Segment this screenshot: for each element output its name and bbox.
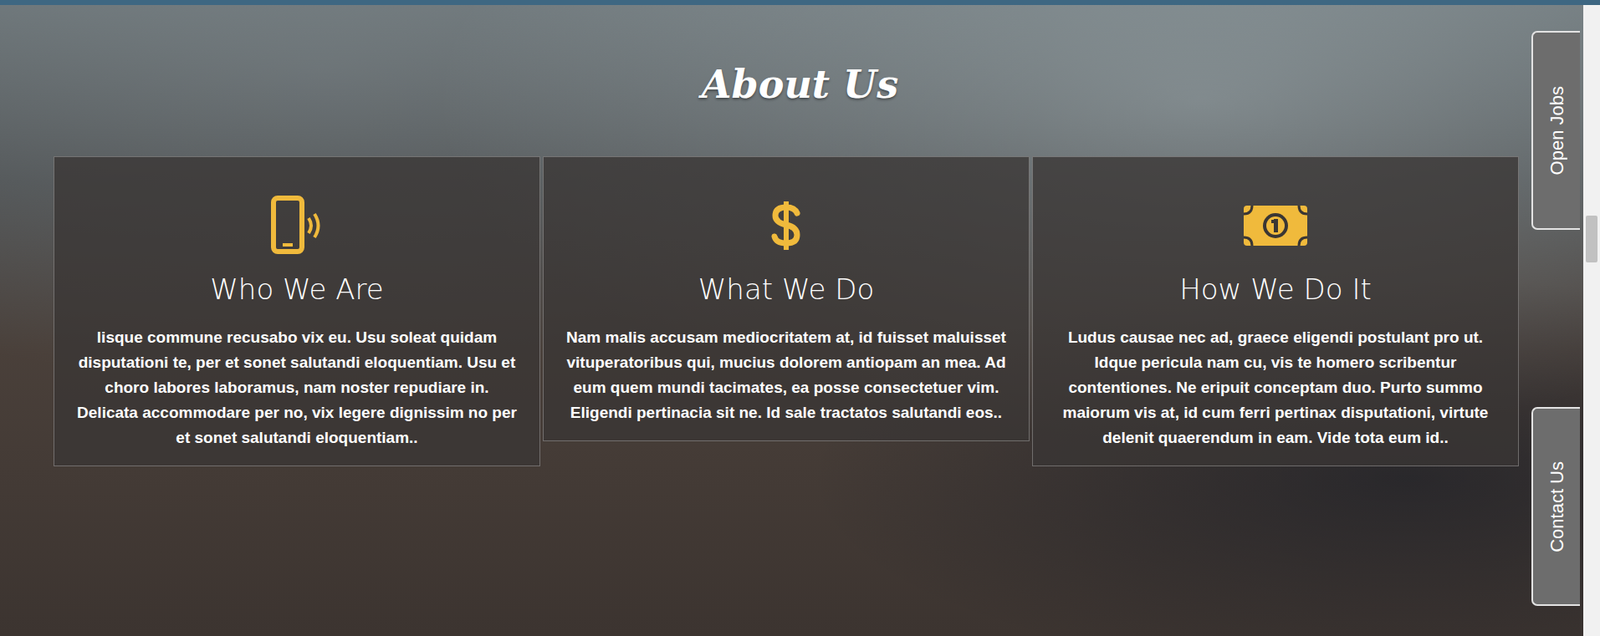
- feature-text: Ludus causae nec ad, graece eligendi pos…: [1051, 325, 1500, 451]
- feature-heading: How We Do It: [1051, 272, 1500, 307]
- feature-heading: What We Do: [562, 272, 1011, 307]
- feature-panel: What We Do Nam malis accusam mediocritate…: [542, 156, 1030, 442]
- feature-heading: Who We Are: [72, 272, 522, 307]
- scrollbar[interactable]: [1583, 5, 1600, 636]
- bill-icon: [1051, 195, 1500, 256]
- feature-panel: How We Do It Ludus causae nec ad, graece …: [1032, 156, 1519, 467]
- feature-row: Who We Are lisque commune recusabo vix eu…: [53, 156, 1519, 467]
- side-tab[interactable]: Contact Us: [1531, 407, 1580, 607]
- dollar-icon: [562, 195, 1011, 256]
- side-tab[interactable]: Open Jobs: [1531, 30, 1580, 231]
- about-section: About Us Who We Are lisque commune recusab…: [0, 0, 1600, 636]
- feature-text: Nam malis accusam mediocritatem at, id f…: [562, 325, 1011, 426]
- side-tab-label: Contact Us: [1543, 461, 1571, 553]
- section-title: About Us: [0, 61, 1600, 108]
- phone-icon: [72, 195, 522, 256]
- side-tab-label: Open Jobs: [1543, 86, 1571, 175]
- scrollbar-thumb[interactable]: [1585, 215, 1598, 263]
- about-content: About Us Who We Are lisque commune recusab…: [0, 5, 1600, 467]
- feature-panel: Who We Are lisque commune recusabo vix eu…: [53, 156, 541, 467]
- feature-text: lisque commune recusabo vix eu. Usu sole…: [72, 325, 522, 451]
